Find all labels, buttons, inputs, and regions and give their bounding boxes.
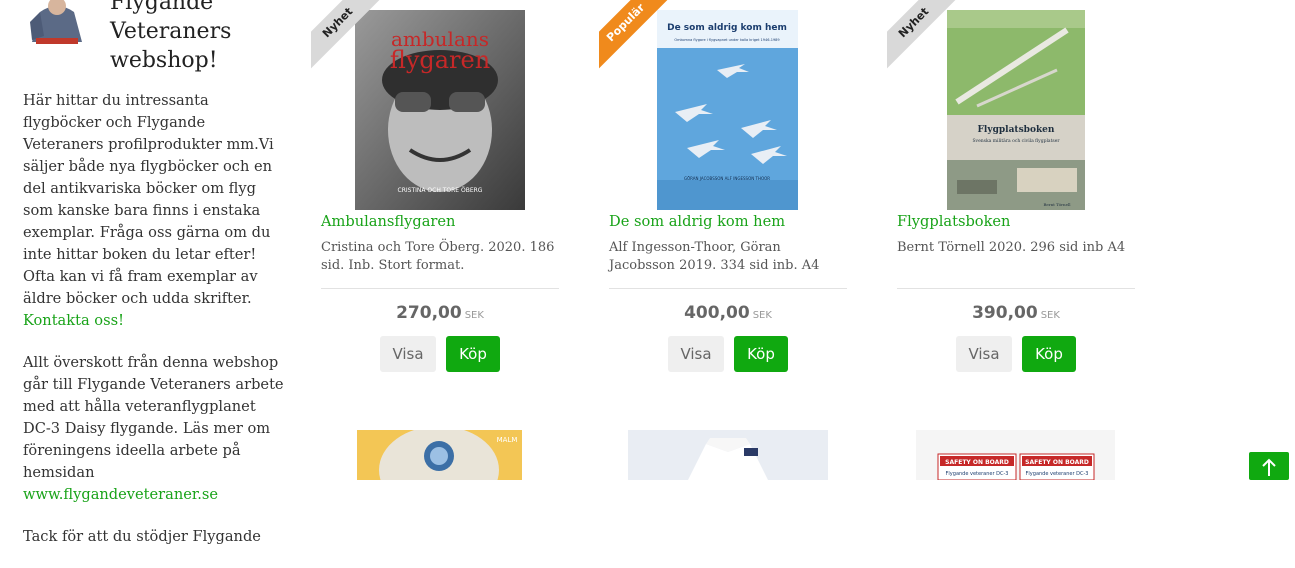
product-card: Flygplatsboken Svenska militära och civi… [897, 0, 1135, 480]
svg-text:Bernt Törnell: Bernt Törnell [1043, 202, 1071, 207]
sidebar: Flygande Veteraners webshop! Här hittar … [0, 0, 290, 545]
view-button[interactable]: Visa [380, 336, 436, 372]
svg-text:Flygande veteraner DC-3: Flygande veteraner DC-3 [946, 471, 1009, 477]
scroll-to-top-button[interactable] [1249, 452, 1289, 480]
buy-button[interactable]: Köp [734, 336, 788, 372]
buy-button[interactable]: Köp [1022, 336, 1076, 372]
product-price: 390,00 SEK [897, 303, 1135, 323]
price-currency: SEK [464, 310, 484, 321]
ribbon-label: Populär [599, 0, 669, 70]
shop-title: Flygande Veteraners webshop! [110, 0, 232, 73]
product-price: 400,00 SEK [609, 303, 847, 323]
product-price: 270,00 SEK [321, 303, 559, 323]
product-card: De som aldrig kom hem Omkomna flygare i … [609, 0, 847, 480]
product-image[interactable]: Flygplatsboken Svenska militära och civi… [947, 10, 1085, 210]
price-amount: 400,00 [684, 303, 750, 323]
buy-button[interactable]: Köp [446, 336, 500, 372]
intro-paragraph: Här hittar du intressanta flygböcker och… [23, 92, 274, 307]
svg-text:Flygplatsboken: Flygplatsboken [978, 125, 1055, 135]
arrow-up-icon [1262, 458, 1276, 476]
product-image-shirt[interactable] [628, 430, 828, 480]
svg-text:MALM: MALM [497, 436, 518, 444]
product-description: Bernt Törnell 2020. 296 sid inb A4 [897, 240, 1126, 255]
divider [609, 288, 847, 289]
svg-text:CRISTINA OCH TORE ÖBERG: CRISTINA OCH TORE ÖBERG [398, 187, 483, 194]
ribbon-new: Nyhet [311, 0, 381, 70]
price-amount: 270,00 [396, 303, 462, 323]
svg-text:GÖRAN JACOBSSON ALF INGESSON: GÖRAN JACOBSSON ALF INGESSON THOOR [684, 176, 770, 181]
website-link[interactable]: www.flygandeveteraner.se [23, 486, 218, 503]
product-description: Cristina och Tore Öberg. 2020. 186 sid. … [321, 240, 555, 273]
ribbon-label: Nyhet [311, 0, 381, 70]
partial-paragraph: Tack för att du stödjer Flygande [23, 528, 261, 545]
avatar [22, 0, 92, 50]
divider [321, 288, 559, 289]
svg-text:Flygande veteraner DC-3: Flygande veteraner DC-3 [1026, 471, 1089, 477]
view-button[interactable]: Visa [956, 336, 1012, 372]
ribbon-label: Nyhet [887, 0, 957, 70]
svg-text:SAFETY ON BOARD: SAFETY ON BOARD [1025, 459, 1089, 466]
svg-text:De som aldrig kom hem: De som aldrig kom hem [667, 23, 787, 33]
svg-text:flygaren: flygaren [390, 46, 490, 74]
price-amount: 390,00 [972, 303, 1038, 323]
product-image[interactable]: De som aldrig kom hem Omkomna flygare i … [657, 10, 798, 210]
product-name-link[interactable]: De som aldrig kom hem [609, 213, 785, 230]
view-button[interactable]: Visa [668, 336, 724, 372]
price-currency: SEK [752, 310, 772, 321]
product-image-cap[interactable]: MALM [357, 430, 522, 480]
svg-text:Omkomna flygare i flygvapnet u: Omkomna flygare i flygvapnet under kalla… [674, 38, 779, 42]
product-card: ambulans flygaren CRISTINA OCH TORE ÖBER… [321, 0, 559, 480]
product-image-sign[interactable]: SAFETY ON BOARD SAFETY ON BOARD Flygande… [916, 430, 1115, 480]
divider [897, 288, 1135, 289]
product-name-link[interactable]: Ambulansflygaren [321, 213, 455, 230]
svg-text:SAFETY ON BOARD: SAFETY ON BOARD [945, 459, 1009, 466]
product-name-link[interactable]: Flygplatsboken [897, 213, 1010, 230]
price-currency: SEK [1040, 310, 1060, 321]
intro-text: Här hittar du intressanta flygböcker och… [23, 90, 285, 568]
contact-link[interactable]: Kontakta oss! [23, 312, 124, 329]
ribbon-popular: Populär [599, 0, 669, 70]
surplus-paragraph: Allt överskott från denna webshop går ti… [23, 354, 284, 481]
ribbon-new: Nyhet [887, 0, 957, 70]
product-description: Alf Ingesson-Thoor, Göran Jacobsson 2019… [609, 240, 820, 273]
svg-text:Svenska militära och civila fl: Svenska militära och civila flygplatser [972, 138, 1060, 144]
